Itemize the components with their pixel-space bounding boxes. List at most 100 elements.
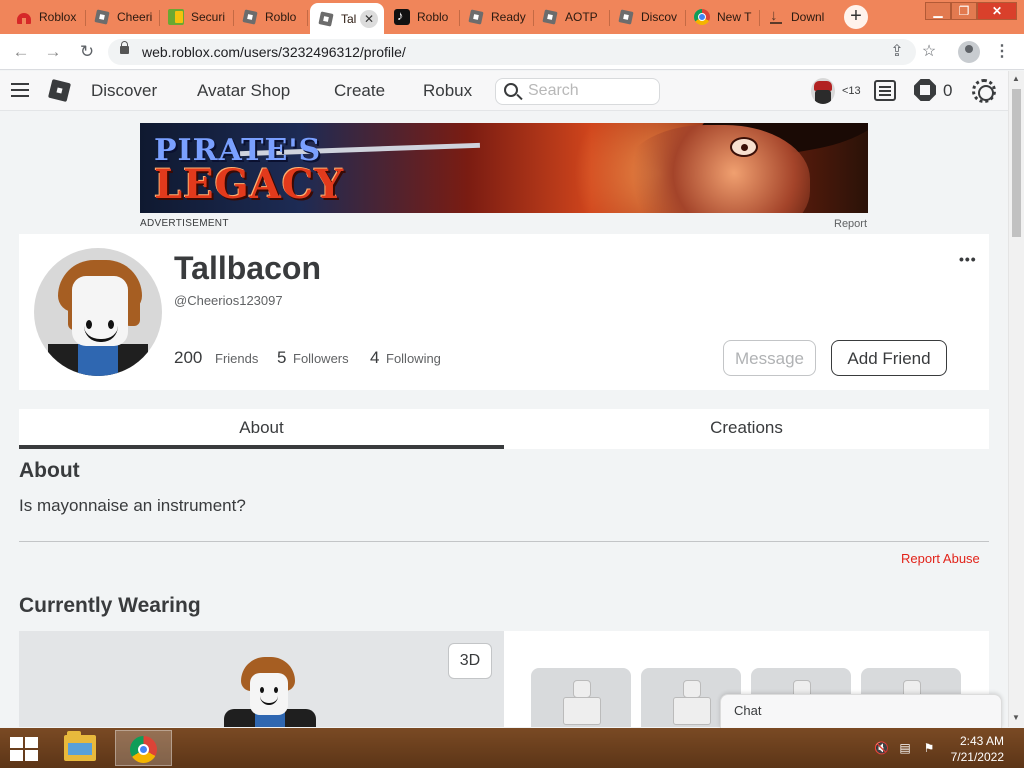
catalog-list-icon[interactable] bbox=[874, 80, 896, 101]
search-input[interactable] bbox=[528, 82, 648, 100]
chat-label[interactable]: Chat bbox=[734, 703, 761, 718]
toggle-3d-button[interactable]: 3D bbox=[448, 643, 492, 679]
tab-label: AOTP bbox=[565, 10, 598, 24]
tab-label: Roblox bbox=[39, 10, 77, 24]
tab-label: Roblo bbox=[265, 10, 297, 24]
volume-muted-icon[interactable]: 🔇 bbox=[874, 741, 889, 755]
url-text[interactable]: web.roblox.com/users/3232496312/profile/ bbox=[142, 44, 406, 60]
advertisement-banner[interactable]: PIRATE'S LEGACY bbox=[140, 123, 868, 213]
currently-wearing-heading: Currently Wearing bbox=[19, 594, 201, 617]
browser-tab[interactable]: Roblo bbox=[234, 2, 308, 32]
scroll-down-arrow-icon[interactable]: ▼ bbox=[1012, 713, 1020, 722]
browser-tab[interactable]: Ready bbox=[460, 2, 534, 32]
clock-date[interactable]: 7/21/2022 bbox=[944, 750, 1004, 764]
chrome-menu-icon[interactable]: ⋮ bbox=[991, 41, 1013, 63]
avatar-preview: 3D bbox=[19, 631, 504, 727]
roblox-icon bbox=[242, 9, 258, 25]
message-button[interactable]: Message bbox=[723, 340, 816, 376]
browser-tab[interactable]: Discov bbox=[610, 2, 686, 32]
profile-display-name: Tallbacon bbox=[174, 250, 321, 286]
roblox-icon bbox=[618, 9, 634, 25]
close-tab-icon[interactable]: ✕ bbox=[360, 10, 378, 28]
settings-gear-icon[interactable] bbox=[972, 79, 996, 103]
report-abuse-link[interactable]: Report Abuse bbox=[901, 551, 980, 566]
action-center-icon[interactable]: ▤ bbox=[898, 741, 912, 755]
advertisement-label: ADVERTISEMENT bbox=[140, 218, 229, 229]
new-tab-button[interactable]: + bbox=[844, 5, 868, 29]
windows-start-icon[interactable] bbox=[8, 736, 40, 762]
followers-label[interactable]: Followers bbox=[293, 351, 349, 366]
reload-icon[interactable]: ↻ bbox=[76, 41, 98, 63]
ad-character-illustration bbox=[620, 125, 810, 213]
more-options-icon[interactable]: ••• bbox=[959, 251, 977, 267]
scroll-up-arrow-icon[interactable]: ▲ bbox=[1012, 74, 1020, 83]
chrome-taskbar-button[interactable] bbox=[115, 730, 172, 766]
age-bracket-label: <13 bbox=[842, 85, 861, 97]
minimize-window-button[interactable]: ▁ bbox=[925, 2, 951, 20]
bookmark-star-icon[interactable]: ☆ bbox=[918, 41, 940, 63]
share-icon[interactable]: ⇪ bbox=[886, 41, 908, 63]
robux-icon[interactable] bbox=[914, 79, 936, 101]
chat-widget[interactable]: Chat bbox=[720, 694, 1002, 728]
friends-count[interactable]: 200 bbox=[174, 348, 202, 368]
followers-count[interactable]: 5 bbox=[277, 348, 286, 368]
ad-report-link[interactable]: Report bbox=[834, 218, 867, 230]
browser-tab-active[interactable]: Tal ✕ bbox=[310, 3, 384, 34]
animation-item-icon bbox=[671, 680, 711, 726]
close-window-button[interactable]: ✕ bbox=[977, 2, 1017, 20]
tab-about[interactable]: About bbox=[19, 409, 504, 449]
page-scrollbar[interactable]: ▲ ▼ bbox=[1008, 71, 1024, 727]
lock-icon[interactable] bbox=[120, 41, 129, 54]
animation-item-icon bbox=[561, 680, 601, 726]
roblox-icon bbox=[318, 10, 334, 27]
nav-link-robux[interactable]: Robux bbox=[423, 81, 472, 101]
nav-link-avatar-shop[interactable]: Avatar Shop bbox=[197, 81, 290, 101]
wearing-item-tile[interactable] bbox=[531, 668, 631, 727]
scrollbar-thumb[interactable] bbox=[1012, 89, 1021, 237]
tab-label: Roblo bbox=[417, 10, 449, 24]
browser-toolbar: ← → ↻ web.roblox.com/users/3232496312/pr… bbox=[0, 34, 1024, 70]
tiktok-icon bbox=[394, 8, 410, 25]
search-box[interactable] bbox=[495, 78, 660, 105]
profile-avatar[interactable] bbox=[34, 248, 162, 376]
browser-tab[interactable]: New T bbox=[686, 2, 760, 32]
network-disconnected-icon[interactable]: ⚑ bbox=[922, 741, 936, 755]
user-avatar-thumbnail[interactable] bbox=[811, 78, 835, 104]
profile-username: @Cheerios123097 bbox=[174, 293, 283, 308]
search-icon[interactable] bbox=[504, 83, 518, 97]
browser-tab[interactable]: Roblox bbox=[8, 2, 86, 32]
roblox-logo-icon[interactable] bbox=[47, 78, 72, 103]
address-bar[interactable]: web.roblox.com/users/3232496312/profile/ bbox=[108, 39, 916, 65]
restore-window-button[interactable]: ❐ bbox=[951, 2, 977, 20]
roblox-icon bbox=[94, 9, 110, 25]
profile-tabs: About Creations bbox=[19, 409, 989, 449]
browser-tab[interactable]: Roblo bbox=[386, 2, 460, 32]
download-icon bbox=[768, 7, 784, 25]
browser-tab[interactable]: Securi bbox=[160, 2, 234, 32]
chrome-profile-icon[interactable] bbox=[958, 41, 980, 63]
back-arrow-icon[interactable]: ← bbox=[10, 41, 32, 63]
browser-tab[interactable]: AOTP bbox=[534, 2, 610, 32]
tab-label: Securi bbox=[191, 10, 226, 24]
browser-tab[interactable]: Cheeri bbox=[86, 2, 160, 32]
tab-creations[interactable]: Creations bbox=[504, 409, 989, 449]
forward-arrow-icon[interactable]: → bbox=[42, 41, 64, 63]
about-heading: About bbox=[19, 459, 80, 482]
nav-link-discover[interactable]: Discover bbox=[91, 81, 157, 101]
ad-character-eye bbox=[730, 137, 758, 157]
browser-tab[interactable]: Downl bbox=[760, 2, 834, 32]
nav-link-create[interactable]: Create bbox=[334, 81, 385, 101]
following-count[interactable]: 4 bbox=[370, 348, 379, 368]
robux-balance[interactable]: 0 bbox=[943, 81, 952, 101]
chrome-icon bbox=[694, 9, 710, 25]
hamburger-menu-icon[interactable] bbox=[11, 83, 29, 97]
clock-time[interactable]: 2:43 AM bbox=[956, 734, 1004, 748]
file-explorer-icon[interactable] bbox=[64, 731, 96, 761]
friends-label[interactable]: Friends bbox=[215, 351, 258, 366]
security-site-icon bbox=[168, 9, 184, 25]
divider bbox=[19, 541, 989, 542]
following-label[interactable]: Following bbox=[386, 351, 441, 366]
add-friend-button[interactable]: Add Friend bbox=[831, 340, 947, 376]
about-description: Is mayonnaise an instrument? bbox=[19, 496, 246, 515]
browser-tab-strip: Roblox Cheeri Securi Roblo Tal ✕ Roblo R… bbox=[0, 0, 1024, 34]
